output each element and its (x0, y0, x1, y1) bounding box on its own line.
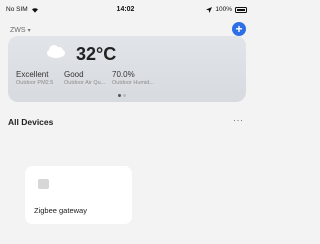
location-arrow-icon (206, 6, 213, 13)
device-card[interactable]: Zigbee gateway (25, 166, 132, 224)
add-button[interactable]: + (232, 22, 246, 36)
section-title-all-devices: All Devices (8, 117, 54, 127)
metric-humidity-value: 70.0% (112, 70, 135, 79)
status-bar: No SIM 14:02 100% (0, 0, 251, 18)
metric-air-quality-value: Good (64, 70, 84, 79)
metric-pm25: Excellent Outdoor PM2.5 (16, 70, 53, 86)
home-selector[interactable]: ZWS ▾ (10, 27, 31, 34)
temperature: 32°C (76, 44, 117, 64)
metric-air-quality-label: Outdoor Air Qu... (64, 80, 106, 86)
battery-icon (235, 6, 247, 13)
metric-air-quality: Good Outdoor Air Qu... (64, 70, 105, 86)
metric-humidity: 70.0% Outdoor Humid... (112, 70, 154, 86)
weather-card[interactable]: 32°C Excellent Outdoor PM2.5 Good Outdoo… (8, 36, 246, 102)
cloud-icon (47, 45, 65, 58)
battery-percent: 100% (215, 6, 232, 13)
status-right: 100% (206, 6, 247, 13)
metric-pm25-value: Excellent (16, 70, 49, 79)
page-indicator (118, 94, 126, 97)
more-horizontal-icon[interactable]: ··· (233, 115, 244, 125)
plus-icon: + (235, 22, 243, 36)
device-placeholder-icon (38, 179, 49, 189)
device-name: Zigbee gateway (34, 206, 87, 215)
page-dot (123, 94, 126, 97)
home-name: ZWS (10, 27, 26, 34)
page-dot-active (118, 94, 121, 97)
chevron-down-icon: ▾ (27, 28, 31, 34)
metric-humidity-label: Outdoor Humid... (112, 80, 154, 86)
metric-pm25-label: Outdoor PM2.5 (16, 80, 54, 86)
